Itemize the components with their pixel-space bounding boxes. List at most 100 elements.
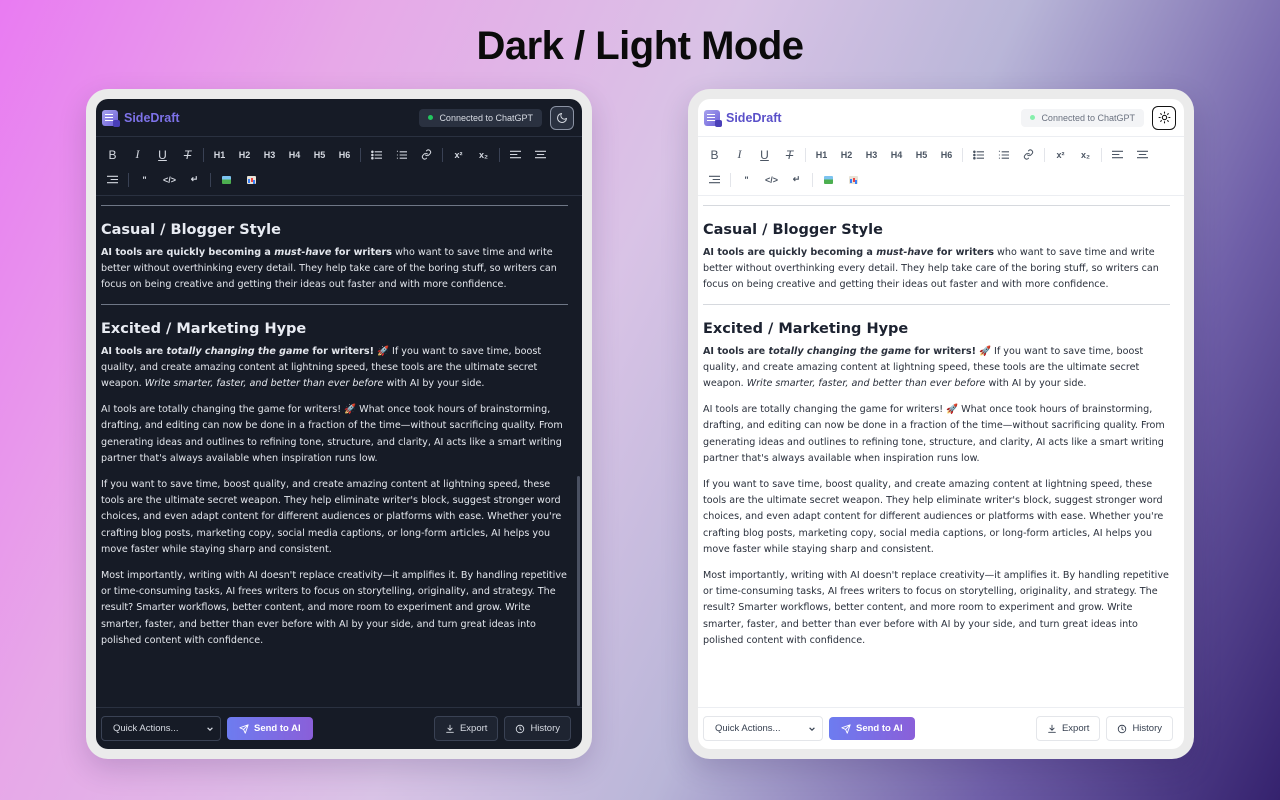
quick-actions-select[interactable]: Quick Actions...	[703, 716, 823, 741]
export-button[interactable]: Export	[433, 716, 499, 741]
insert-image-button[interactable]	[816, 169, 841, 191]
download-icon	[1048, 724, 1056, 733]
underline-button[interactable]: U	[150, 144, 175, 166]
paragraph: If you want to save time, boost quality,…	[703, 479, 1164, 555]
brand: SideDraft	[102, 109, 180, 127]
send-to-ai-button[interactable]: Send to AI	[227, 717, 313, 740]
chevron-down-icon	[809, 726, 815, 731]
brand-name: SideDraft	[726, 110, 782, 125]
clear-format-button[interactable]: T	[777, 144, 802, 166]
superscript-button[interactable]: x²	[446, 144, 471, 166]
align-left-button[interactable]	[503, 144, 528, 166]
paragraph: AI tools are totally changing the game f…	[101, 345, 542, 390]
send-to-ai-button[interactable]: Send to AI	[829, 717, 915, 740]
heading-1-button[interactable]: H1	[207, 144, 232, 166]
bullet-list-button[interactable]	[364, 144, 389, 166]
section-heading: Excited / Marketing Hype	[101, 320, 307, 337]
connection-status-badge: Connected to ChatGPT	[419, 108, 542, 127]
paragraph: AI tools are quickly becoming a must-hav…	[703, 247, 1159, 291]
blockquote-button[interactable]: "	[734, 169, 759, 191]
image-icon	[222, 175, 231, 184]
align-center-button[interactable]	[1130, 144, 1155, 166]
numbered-list-button[interactable]	[991, 144, 1016, 166]
scrollbar[interactable]	[577, 476, 580, 706]
italic-button[interactable]: I	[125, 144, 150, 166]
paragraph: Most importantly, writing with AI doesn'…	[703, 570, 1169, 646]
divider	[703, 303, 1170, 305]
heading-2-button[interactable]: H2	[834, 144, 859, 166]
app-header: SideDraft Connected to ChatGPT	[96, 99, 582, 137]
chevron-down-icon	[207, 726, 213, 731]
editor-app-light: SideDraft Connected to ChatGPT B I U T H…	[698, 99, 1184, 749]
align-center-button[interactable]	[528, 144, 553, 166]
align-right-button[interactable]	[702, 169, 727, 191]
line-break-button[interactable]: ↵	[182, 169, 207, 191]
paragraph: AI tools are quickly becoming a must-hav…	[101, 247, 557, 291]
align-left-icon	[1112, 150, 1123, 159]
heading-6-button[interactable]: H6	[934, 144, 959, 166]
connection-status-text: Connected to ChatGPT	[439, 112, 533, 123]
blockquote-button[interactable]: "	[132, 169, 157, 191]
bold-button[interactable]: B	[702, 144, 727, 166]
editor-content[interactable]: Casual / Blogger Style AI tools are quic…	[96, 196, 582, 707]
send-icon	[239, 723, 249, 734]
superscript-button[interactable]: x²	[1048, 144, 1073, 166]
insert-image-button[interactable]	[214, 169, 239, 191]
align-right-button[interactable]	[100, 169, 125, 191]
heading-3-button[interactable]: H3	[257, 144, 282, 166]
clock-icon	[516, 724, 525, 733]
align-right-icon	[107, 175, 118, 184]
align-left-button[interactable]	[1105, 144, 1130, 166]
history-button[interactable]: History	[1106, 716, 1173, 741]
heading-5-button[interactable]: H5	[909, 144, 934, 166]
bold-button[interactable]: B	[100, 144, 125, 166]
link-button[interactable]	[1016, 144, 1041, 166]
theme-toggle-button[interactable]	[550, 105, 574, 130]
brand-name: SideDraft	[124, 110, 180, 125]
subscript-button[interactable]: x₂	[471, 144, 496, 166]
bullet-list-button[interactable]	[966, 144, 991, 166]
format-toolbar: B I U T H1 H2 H3 H4 H5 H6 x² x₂ " </> ↵	[698, 137, 1184, 196]
bullet-list-icon	[371, 150, 382, 159]
clear-format-button[interactable]: T	[175, 144, 200, 166]
paragraph: AI tools are totally changing the game f…	[101, 404, 563, 464]
page-headline: Dark / Light Mode	[476, 24, 804, 68]
editor-content[interactable]: Casual / Blogger Style AI tools are quic…	[698, 196, 1184, 707]
link-icon	[1023, 149, 1034, 160]
heading-4-button[interactable]: H4	[884, 144, 909, 166]
heading-2-button[interactable]: H2	[232, 144, 257, 166]
heading-5-button[interactable]: H5	[307, 144, 332, 166]
numbered-list-button[interactable]	[389, 144, 414, 166]
status-dot-icon	[428, 115, 434, 120]
logo-icon	[704, 109, 722, 127]
history-button[interactable]: History	[504, 716, 571, 741]
connection-status-badge: Connected to ChatGPT	[1021, 108, 1144, 127]
code-button[interactable]: </>	[759, 169, 784, 191]
heading-6-button[interactable]: H6	[332, 144, 357, 166]
quick-actions-select[interactable]: Quick Actions...	[101, 716, 221, 741]
heading-1-button[interactable]: H1	[809, 144, 834, 166]
italic-button[interactable]: I	[727, 144, 752, 166]
link-button[interactable]	[414, 144, 439, 166]
brand: SideDraft	[704, 109, 782, 127]
logo-icon	[102, 109, 120, 127]
paragraph: Most importantly, writing with AI doesn'…	[101, 570, 567, 646]
underline-button[interactable]: U	[752, 144, 777, 166]
dark-mode-preview: SideDraft Connected to ChatGPT B I U T H…	[86, 89, 592, 759]
heading-3-button[interactable]: H3	[859, 144, 884, 166]
insert-chart-button[interactable]	[239, 169, 264, 191]
heading-4-button[interactable]: H4	[282, 144, 307, 166]
export-button[interactable]: Export	[1035, 716, 1101, 741]
line-break-button[interactable]: ↵	[784, 169, 809, 191]
theme-toggle-button[interactable]	[1152, 105, 1176, 130]
align-left-icon	[510, 150, 521, 159]
section-heading: Excited / Marketing Hype	[703, 320, 909, 337]
align-center-icon	[1137, 150, 1148, 159]
app-footer: Quick Actions... Send to AI Export Histo…	[698, 707, 1184, 749]
subscript-button[interactable]: x₂	[1073, 144, 1098, 166]
insert-chart-button[interactable]	[841, 169, 866, 191]
status-dot-icon	[1030, 115, 1036, 120]
clock-icon	[1118, 724, 1127, 733]
sun-icon	[1158, 111, 1170, 124]
code-button[interactable]: </>	[157, 169, 182, 191]
